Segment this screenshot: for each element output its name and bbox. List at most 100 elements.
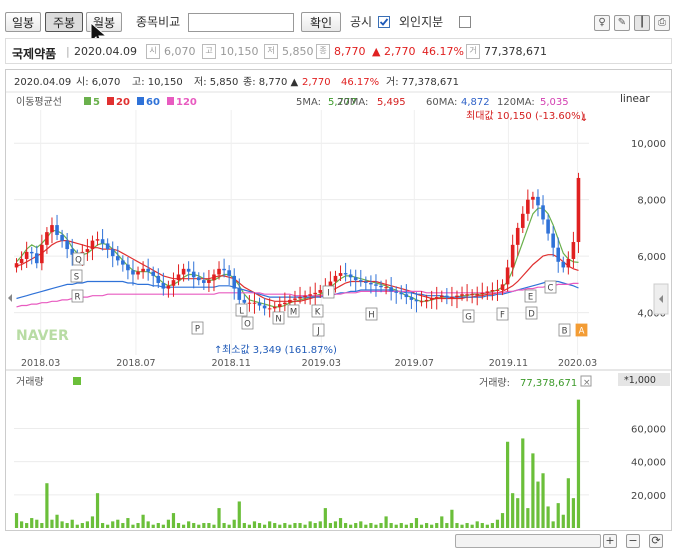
marker-label-L: L [239, 307, 244, 317]
volume-bar [424, 523, 429, 528]
foreign-checkbox[interactable] [459, 16, 471, 28]
candle-body [110, 249, 115, 257]
ma-value-label-2: 60MA: [426, 97, 457, 108]
scale-label[interactable]: linear [620, 93, 650, 105]
candle-type-icon[interactable]: ┃ [634, 15, 650, 31]
candle-body [105, 243, 110, 250]
ma-value-label-1: 20MA: [337, 97, 368, 108]
zoom-out-button[interactable]: − [626, 534, 640, 548]
draw-tool-icon[interactable]: ✎ [614, 15, 630, 31]
ma-legend-swatch-120 [167, 97, 174, 105]
volume-bar [566, 478, 570, 528]
candle-body [156, 275, 161, 283]
candle-body [171, 280, 176, 286]
ma-value-label-0: 5MA: [296, 97, 321, 108]
volume-bar [227, 524, 231, 528]
volume-bar [25, 523, 29, 528]
candle-body [181, 268, 186, 275]
candle-body [556, 247, 561, 262]
ma-legend-title: 이동평균선 [16, 96, 62, 108]
volume-bar [257, 523, 262, 528]
marker-label-E: E [528, 293, 533, 303]
compare-input[interactable] [188, 13, 294, 32]
candle-body [546, 219, 550, 234]
candle-body [384, 287, 388, 289]
volume-bar [364, 524, 368, 528]
volume-bar [187, 521, 191, 528]
volume-bar [85, 521, 90, 528]
candle-body [399, 292, 404, 295]
candle-body [212, 274, 216, 281]
scroll-left-handle[interactable] [8, 294, 12, 302]
tab-weekly[interactable]: 주봉 [45, 12, 83, 32]
header-pct: 46.17% [341, 77, 379, 88]
zoom-in-button[interactable]: + [603, 534, 617, 548]
high-icon: 고 [202, 44, 216, 59]
candle-body [207, 280, 211, 283]
ma-values: 5MA: 5,77720MA: 5,495 60MA: 4,872 120MA: 5,035 [296, 97, 569, 108]
volume-bar [551, 521, 555, 528]
candle-body [90, 240, 95, 250]
ma-legend-label-120: 120 [176, 97, 197, 108]
volume-bar [197, 524, 201, 528]
volume-bar [379, 523, 383, 528]
divider: | [66, 45, 70, 58]
volume-bar [490, 523, 495, 528]
candle-body [561, 261, 566, 268]
volume-bar [328, 523, 333, 528]
chart-area: 2020.04.09 시: 6,070 고: 10,150 저: 5,850 종… [5, 69, 672, 531]
candle-body [196, 277, 201, 281]
candle-body [100, 239, 105, 244]
volume-bar [202, 523, 206, 528]
check-icon [379, 18, 389, 26]
candle-body [288, 299, 292, 303]
date-tick-label: 2019.11 [489, 358, 528, 369]
volume-bar [359, 521, 363, 528]
volume-bar [409, 523, 414, 528]
marker-label-F: F [500, 311, 505, 321]
candle-body [222, 268, 226, 271]
date-tick-label: 2018.07 [116, 358, 155, 369]
candle-body [480, 292, 485, 295]
tab-daily[interactable]: 일봉 [5, 12, 41, 32]
candle-body [34, 253, 39, 264]
price-tick-label: 8,000 [637, 196, 666, 207]
candle-body [389, 287, 393, 292]
ma-value-label-3: 120MA: [497, 97, 535, 108]
ma-value-1: 5,495 [377, 97, 406, 108]
volume-bar [384, 516, 388, 528]
bulb-icon[interactable]: ♀ [594, 15, 610, 31]
volume-bar [338, 518, 343, 528]
stock-volume: 77,378,671 [484, 45, 547, 58]
candle-body [429, 298, 434, 300]
marker-label-R: R [75, 293, 81, 303]
print-icon[interactable]: ⎙ [654, 15, 670, 31]
stock-change-pct: 46.17% [422, 45, 464, 58]
header-change: 2,770 [302, 77, 331, 88]
candle-body [394, 291, 399, 293]
disclosure-label: 공시 [350, 15, 373, 29]
candle-body [283, 302, 287, 305]
candle-body [374, 284, 378, 286]
candle-body [121, 260, 125, 265]
candle-body [131, 270, 135, 275]
candle-body [191, 271, 196, 278]
volume-bar [207, 523, 211, 528]
disclosure-checkbox[interactable] [378, 16, 390, 28]
horizontal-scrollbar[interactable] [455, 534, 601, 548]
volume-bar [156, 523, 160, 528]
reset-button[interactable]: ⟳ [649, 534, 663, 548]
candle-body [348, 274, 353, 278]
volume-bar [571, 498, 576, 528]
candle-body [505, 267, 510, 285]
confirm-button[interactable]: 확인 [301, 12, 341, 32]
marker-label-J: J [316, 327, 320, 337]
volume-bar [35, 519, 39, 528]
volume-value-label: 거래량: [479, 377, 510, 389]
volume-bars [14, 399, 581, 528]
candle-body [343, 273, 348, 275]
candle-body [404, 294, 409, 298]
candle-body [313, 292, 318, 295]
volume-tick-label: 60,000 [631, 424, 666, 435]
candle-body [576, 177, 581, 243]
